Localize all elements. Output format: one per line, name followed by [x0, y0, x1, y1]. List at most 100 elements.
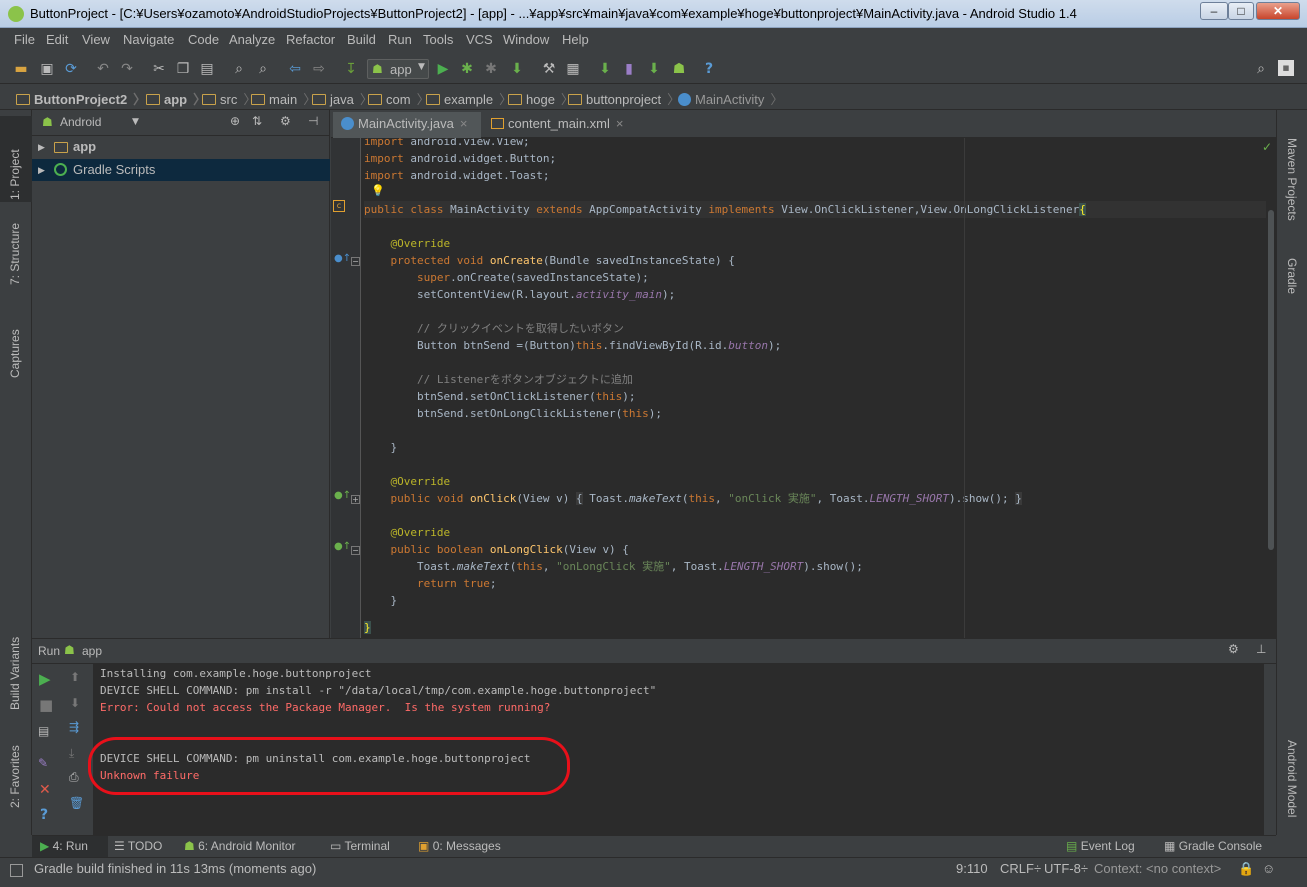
avd-manager-icon[interactable]: ▮	[620, 60, 638, 78]
run-config-select[interactable]: ☗ app ▼	[367, 59, 429, 79]
tab-project[interactable]: 1: Project	[8, 149, 22, 200]
file-encoding[interactable]: UTF-8÷	[1044, 861, 1088, 876]
tab-android-model[interactable]: Android Model	[1285, 740, 1299, 817]
breadcrumb-item[interactable]: src 〉	[202, 89, 256, 108]
project-view-select[interactable]: Android	[60, 115, 101, 129]
undo-icon[interactable]: ↶	[94, 60, 112, 78]
cut-icon[interactable]: ✂	[150, 60, 168, 78]
open-folder-icon[interactable]: ▬	[12, 60, 30, 78]
help-icon[interactable]: ?	[40, 807, 48, 823]
breadcrumb-item[interactable]: com 〉	[368, 89, 430, 108]
replace-icon[interactable]: ⌕	[254, 60, 272, 78]
tree-item-app[interactable]: ▶ app	[32, 136, 330, 158]
scroll-to-end-icon[interactable]: ⤓	[69, 746, 74, 761]
fold-icon[interactable]: +	[351, 495, 360, 504]
menu-vcs[interactable]: VCS	[466, 32, 493, 47]
soft-wrap-icon[interactable]: ⇶	[69, 720, 79, 734]
save-icon[interactable]: ▣	[38, 60, 56, 78]
hide-panel-icon[interactable]: ⊣	[308, 114, 318, 128]
close-button[interactable]: ✕	[1256, 2, 1300, 20]
menu-file[interactable]: File	[14, 32, 35, 47]
forward-icon[interactable]: ⇨	[310, 60, 328, 78]
breadcrumb-item[interactable]: MainActivity 〉	[678, 89, 783, 108]
sync-icon[interactable]: ⟳	[62, 60, 80, 78]
back-icon[interactable]: ⇦	[286, 60, 304, 78]
debug-icon[interactable]: ✱	[458, 60, 476, 78]
menu-code[interactable]: Code	[188, 32, 219, 47]
tab-todo[interactable]: ☰ TODO	[114, 839, 162, 853]
stop-icon[interactable]: ■	[39, 696, 53, 714]
find-icon[interactable]: ⌕	[230, 60, 248, 78]
gear-icon[interactable]: ⚙	[280, 114, 291, 128]
breadcrumb-item[interactable]: buttonproject 〉	[568, 89, 680, 108]
minimize-button[interactable]: –	[1200, 2, 1228, 20]
tree-item-gradle-scripts[interactable]: ▶ Gradle Scripts	[32, 159, 330, 181]
tab-gradle[interactable]: Gradle	[1285, 258, 1299, 294]
maximize-button[interactable]: □	[1228, 2, 1254, 20]
close-tab-icon[interactable]: ×	[460, 116, 468, 131]
restore-layout-icon[interactable]: ▤	[38, 724, 49, 738]
editor-scrollbar[interactable]: ✓	[1262, 138, 1276, 638]
menu-tools[interactable]: Tools	[423, 32, 453, 47]
tab-gradle-console[interactable]: ▦ Gradle Console	[1164, 839, 1262, 853]
layout-icon[interactable]: c	[333, 200, 345, 212]
menu-help[interactable]: Help	[562, 32, 589, 47]
line-separator[interactable]: CRLF÷	[1000, 861, 1041, 876]
tab-messages[interactable]: ▣ 0: Messages	[418, 839, 501, 853]
menu-navigate[interactable]: Navigate	[123, 32, 174, 47]
tab-content-main-xml[interactable]: content_main.xml ×	[483, 112, 643, 138]
tab-favorites[interactable]: 2: Favorites	[8, 745, 22, 808]
make-project-icon[interactable]: ↧	[342, 60, 360, 78]
close-icon[interactable]: ✕	[39, 782, 51, 798]
lightbulb-icon[interactable]: 💡	[371, 184, 385, 197]
breadcrumb-item[interactable]: app 〉	[146, 89, 206, 108]
print-icon[interactable]: ⎙	[69, 770, 79, 785]
run-icon[interactable]: ▶	[434, 60, 452, 78]
caret-position[interactable]: 9:110	[956, 861, 988, 876]
tab-event-log[interactable]: ▤ Event Log	[1066, 839, 1135, 853]
gear-icon[interactable]: ⚙	[1228, 642, 1239, 656]
redo-icon[interactable]: ↷	[118, 60, 136, 78]
implement-icon[interactable]: ●↑	[334, 490, 351, 501]
override-icon[interactable]: ●↑	[334, 253, 351, 264]
tab-maven-projects[interactable]: Maven Projects	[1285, 138, 1299, 221]
menu-refactor[interactable]: Refactor	[286, 32, 335, 47]
fold-icon[interactable]: −	[351, 546, 360, 555]
tab-terminal[interactable]: ▭ Terminal	[330, 839, 390, 853]
menu-analyze[interactable]: Analyze	[229, 32, 275, 47]
menu-build[interactable]: Build	[347, 32, 376, 47]
pin-icon[interactable]: ✎	[38, 756, 48, 770]
tab-mainactivity-java[interactable]: MainActivity.java ×	[333, 112, 481, 138]
sdk-manager-icon[interactable]: ⬇	[645, 60, 663, 78]
help-icon[interactable]: ?	[700, 60, 718, 78]
android-device-monitor-icon[interactable]: ☗	[670, 60, 688, 78]
menu-view[interactable]: View	[82, 32, 110, 47]
user-icon[interactable]: ▪	[1278, 60, 1294, 76]
tab-android-monitor[interactable]: ☗ 6: Android Monitor	[184, 839, 296, 853]
arrow-down-icon[interactable]: ⬇	[70, 696, 80, 710]
breadcrumb-item[interactable]: example 〉	[426, 89, 512, 108]
tab-structure[interactable]: 7: Structure	[8, 223, 22, 285]
hide-panel-icon[interactable]: ⊥	[1256, 642, 1266, 656]
tab-build-variants[interactable]: Build Variants	[8, 637, 22, 710]
chevron-down-icon[interactable]: ▼	[132, 117, 139, 127]
trash-icon[interactable]: 🗑	[69, 796, 84, 810]
sync-target-icon[interactable]: ⊕	[230, 114, 240, 128]
console-scrollbar[interactable]	[1264, 664, 1276, 835]
code-editor[interactable]: import android.view.View; import android…	[361, 138, 1266, 638]
copy-icon[interactable]: ❐	[174, 60, 192, 78]
implement-icon[interactable]: ●↑	[334, 541, 351, 552]
paste-icon[interactable]: ▤	[198, 60, 216, 78]
close-tab-icon[interactable]: ×	[616, 116, 624, 131]
project-structure-icon[interactable]: ▦	[564, 60, 582, 78]
settings-wrench-icon[interactable]: ⚒	[540, 60, 558, 78]
expand-arrow-icon[interactable]: ▶	[38, 136, 45, 158]
search-everywhere-icon[interactable]: ⌕	[1252, 60, 1270, 78]
breadcrumb-item[interactable]: main 〉	[251, 89, 316, 108]
tab-captures[interactable]: Captures	[8, 329, 22, 378]
attach-debugger-icon[interactable]: ✱	[482, 60, 500, 78]
context-indicator[interactable]: Context: <no context>	[1094, 861, 1221, 876]
arrow-up-icon[interactable]: ⬆	[70, 670, 80, 684]
menu-edit[interactable]: Edit	[46, 32, 68, 47]
profile-icon[interactable]: ⬇	[508, 60, 526, 78]
